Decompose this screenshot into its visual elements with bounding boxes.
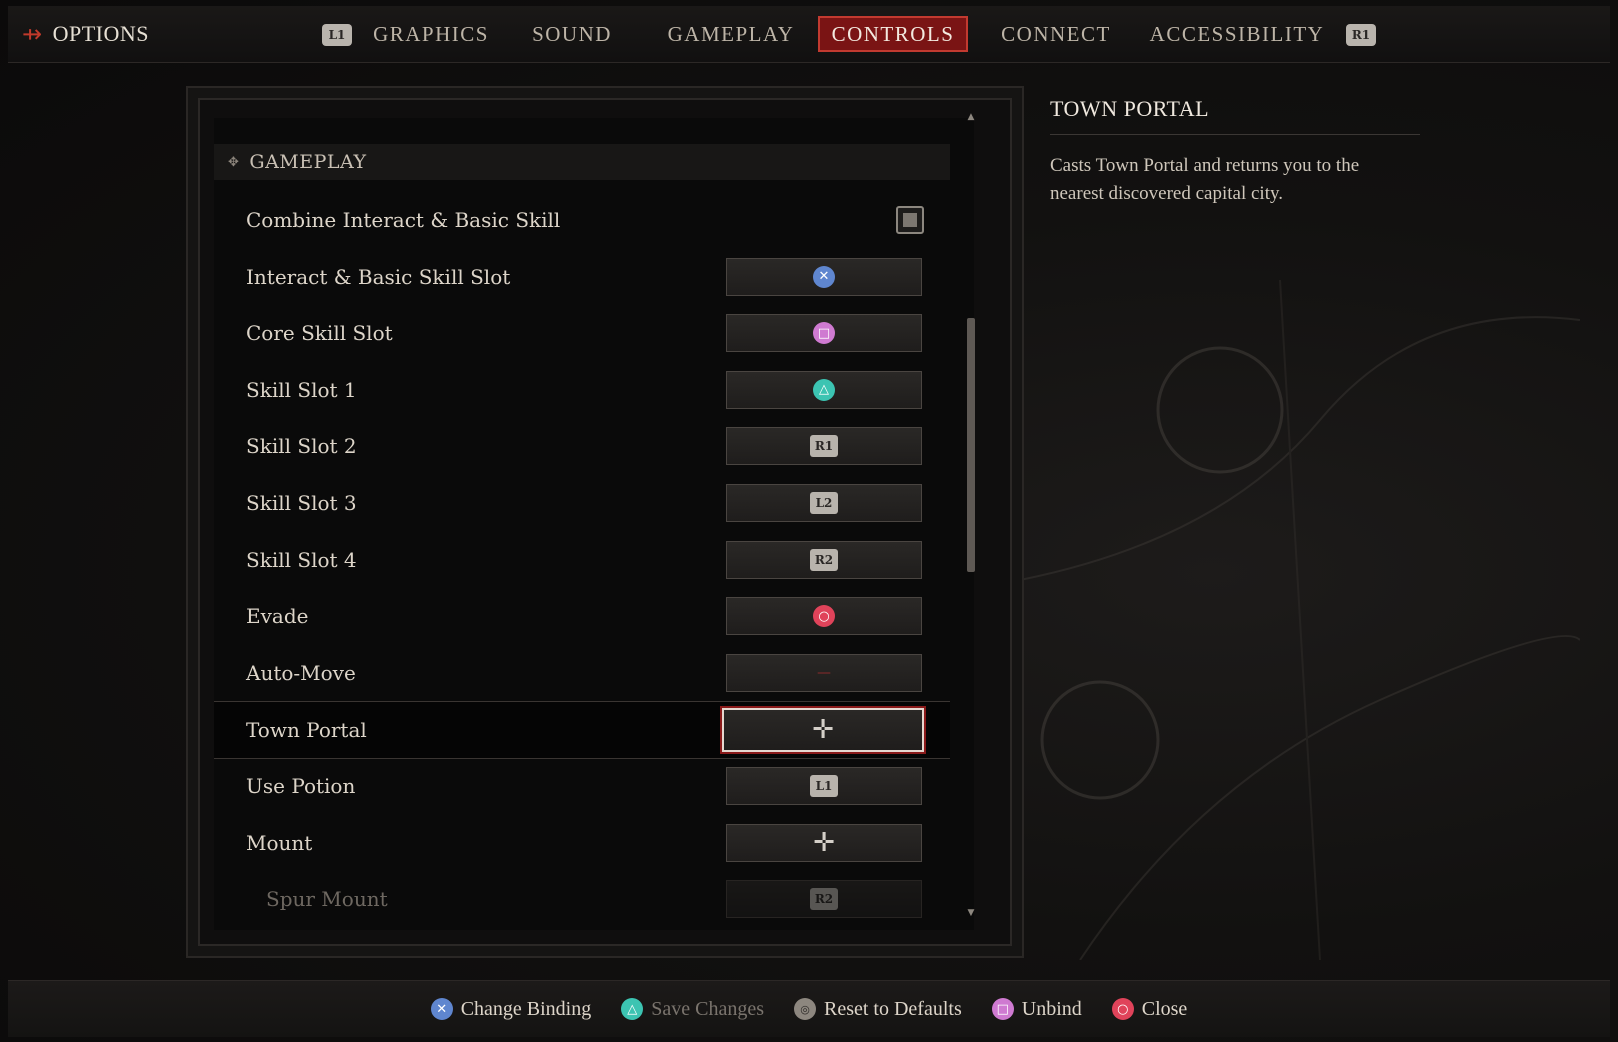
square-button-icon: □ bbox=[991, 998, 1014, 1020]
binding-row-label: Interact & Basic Skill Slot bbox=[246, 264, 511, 289]
tab-sound[interactable]: SOUND bbox=[524, 16, 620, 52]
binding-row[interactable]: Auto-Move — bbox=[214, 645, 950, 701]
binding-slot[interactable]: L2 bbox=[726, 484, 922, 522]
binding-row-label: Town Portal bbox=[246, 718, 367, 743]
binding-slot[interactable]: ○ bbox=[726, 597, 922, 636]
tab-accessibility[interactable]: ACCESSIBILITY bbox=[1150, 16, 1323, 52]
dpad-icon: ✛ bbox=[812, 715, 834, 746]
description-title: TOWN PORTAL bbox=[1050, 96, 1420, 135]
binding-row-label: Evade bbox=[246, 604, 309, 629]
reset-to-defaults-action[interactable]: ◎ Reset to Defaults bbox=[794, 998, 962, 1021]
binding-slot[interactable]: ✛ bbox=[722, 708, 924, 753]
binding-row[interactable]: Combine Interact & Basic Skill bbox=[214, 192, 950, 248]
binding-row[interactable]: Skill Slot 1 △ bbox=[214, 362, 950, 418]
r1-bumper-icon[interactable]: R1 bbox=[1346, 24, 1376, 46]
binding-row-label: Auto-Move bbox=[246, 660, 356, 685]
action-label: Save Changes bbox=[651, 997, 764, 1020]
action-label: Unbind bbox=[1021, 997, 1082, 1020]
circle-button-icon: ○ bbox=[1111, 998, 1134, 1020]
unbound-icon: — bbox=[817, 664, 831, 681]
scroll-down-icon[interactable]: ▼ bbox=[966, 908, 976, 920]
binding-slot[interactable]: □ bbox=[726, 314, 922, 353]
action-label: Reset to Defaults bbox=[824, 997, 962, 1020]
tab-connect[interactable]: CONNECT bbox=[994, 16, 1118, 52]
binding-slot[interactable]: R1 bbox=[726, 427, 922, 466]
top-bar: ⇸ OPTIONS L1 GRAPHICS SOUND GAMEPLAY CON… bbox=[8, 6, 1610, 63]
options-title-label: OPTIONS bbox=[52, 21, 150, 46]
unbind-action[interactable]: □ Unbind bbox=[991, 997, 1082, 1021]
r2-button-icon: R2 bbox=[810, 548, 838, 571]
binding-row-label: Skill Slot 4 bbox=[246, 547, 357, 572]
touchpad-button-icon: ◎ bbox=[794, 998, 816, 1020]
binding-row[interactable]: Interact & Basic Skill Slot ✕ bbox=[214, 249, 950, 305]
binding-row[interactable]: Evade ○ bbox=[214, 588, 950, 644]
section-diamond-icon: ✥ bbox=[228, 154, 240, 170]
binding-row-label: Core Skill Slot bbox=[246, 321, 393, 346]
binding-slot[interactable]: — bbox=[726, 653, 922, 692]
binding-slot[interactable]: R2 bbox=[726, 880, 922, 919]
binding-row-label: Skill Slot 2 bbox=[246, 434, 357, 459]
binding-slot[interactable]: R2 bbox=[726, 540, 922, 579]
l1-button-icon: L1 bbox=[810, 775, 838, 797]
binding-row[interactable]: Use Potion L1 bbox=[214, 758, 950, 814]
binding-row[interactable]: Mount ✛ bbox=[214, 815, 950, 871]
binding-row-label: Combine Interact & Basic Skill bbox=[246, 208, 561, 232]
binding-row-label: Mount bbox=[246, 830, 313, 855]
tab-graphics[interactable]: GRAPHICS bbox=[372, 16, 490, 52]
bottom-action-bar: ✕ Change Binding △ Save Changes ◎ Reset to De… bbox=[8, 980, 1610, 1037]
binding-row[interactable]: Skill Slot 4 R2 bbox=[214, 532, 950, 588]
binding-row-label: Spur Mount bbox=[266, 887, 388, 912]
binding-slot[interactable]: ✕ bbox=[726, 257, 922, 296]
binding-row[interactable]: Skill Slot 2 R1 bbox=[214, 418, 950, 474]
binding-row-label: Skill Slot 3 bbox=[246, 491, 357, 515]
binding-row[interactable]: Skill Slot 3 L2 bbox=[214, 475, 950, 531]
change-binding-action[interactable]: ✕ Change Binding bbox=[430, 997, 592, 1021]
binding-slot[interactable]: △ bbox=[726, 370, 922, 409]
scroll-up-icon[interactable]: ▲ bbox=[966, 112, 976, 124]
map-decoration bbox=[1020, 280, 1580, 960]
scrollbar[interactable]: ▲ ▼ bbox=[966, 112, 976, 920]
save-changes-action[interactable]: △ Save Changes bbox=[621, 998, 764, 1021]
binding-row[interactable]: Spur Mount R2 bbox=[214, 871, 950, 927]
scroll-thumb[interactable] bbox=[967, 318, 975, 572]
combine-interact-checkbox[interactable] bbox=[896, 206, 924, 234]
checkbox-fill bbox=[903, 213, 917, 227]
section-title: GAMEPLAY bbox=[249, 151, 367, 173]
binding-list: ✥ GAMEPLAY Combine Interact & Basic Skil… bbox=[214, 118, 974, 930]
binding-row-label: Use Potion bbox=[246, 774, 356, 798]
action-label: Close bbox=[1141, 997, 1188, 1020]
binding-slot[interactable]: L1 bbox=[726, 767, 922, 805]
description-body: Casts Town Portal and returns you to the… bbox=[1050, 155, 1360, 204]
action-label: Change Binding bbox=[460, 997, 592, 1020]
binding-row-label: Skill Slot 1 bbox=[246, 377, 357, 402]
square-button-icon: □ bbox=[813, 322, 835, 345]
controls-panel: ✥ GAMEPLAY Combine Interact & Basic Skil… bbox=[186, 86, 1024, 958]
circle-button-icon: ○ bbox=[813, 605, 835, 628]
tab-gameplay[interactable]: GAMEPLAY bbox=[668, 16, 794, 52]
l2-button-icon: L2 bbox=[810, 492, 838, 514]
triangle-button-icon: △ bbox=[621, 998, 644, 1020]
r2-button-icon: R2 bbox=[810, 888, 838, 911]
section-header: ✥ GAMEPLAY bbox=[214, 144, 950, 180]
binding-row[interactable]: Town Portal ✛ bbox=[214, 701, 950, 760]
dpad-icon: ✛ bbox=[813, 827, 835, 858]
binding-row[interactable]: Core Skill Slot □ bbox=[214, 305, 950, 361]
l1-bumper-icon[interactable]: L1 bbox=[322, 24, 352, 46]
cross-button-icon: ✕ bbox=[813, 265, 835, 288]
options-title: ⇸ OPTIONS bbox=[22, 16, 322, 52]
cross-button-icon: ✕ bbox=[430, 998, 453, 1020]
close-action[interactable]: ○ Close bbox=[1111, 997, 1188, 1021]
options-arrow-icon: ⇸ bbox=[22, 20, 43, 48]
tab-controls[interactable]: CONTROLS bbox=[818, 16, 968, 52]
triangle-button-icon: △ bbox=[813, 378, 835, 401]
binding-slot[interactable]: ✛ bbox=[726, 823, 922, 862]
r1-button-icon: R1 bbox=[810, 435, 838, 458]
